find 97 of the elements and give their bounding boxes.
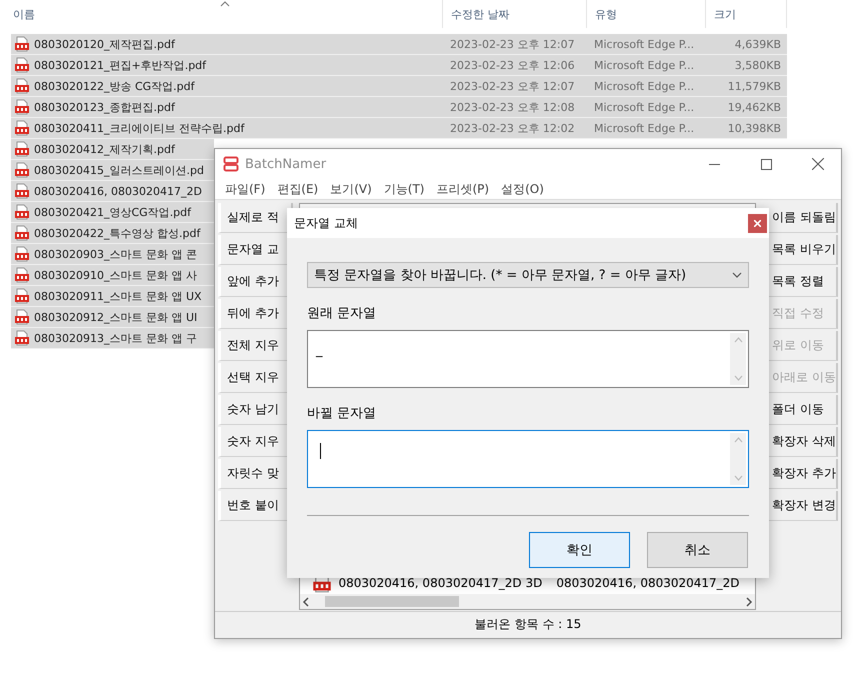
file-name: 0803020412_제작기획.pdf (34, 142, 175, 156)
file-name: 0803020903_스마트 문화 앱 콘 (34, 246, 197, 262)
scroll-left-icon (302, 596, 310, 606)
modified-date: 2023-02-23 오후 12:07 (450, 38, 575, 50)
pdf-file-icon (14, 99, 30, 115)
menu-item[interactable]: 설정(O) (495, 180, 550, 198)
file-type: Microsoft Edge P... (594, 38, 694, 50)
file-name: 0803020910_스마트 문화 앱 사 (34, 268, 197, 282)
pdf-file-icon (14, 120, 30, 136)
text-field[interactable]: _ (307, 330, 749, 388)
file-row[interactable]: 0803020911_스마트 문화 앱 UX (11, 286, 214, 307)
file-row[interactable]: 0803020416, 0803020417_2D (11, 181, 214, 202)
pdf-file-icon (14, 225, 30, 241)
chevron-down-icon (732, 272, 742, 278)
file-name: 0803020122_방송 CG작업.pdf (34, 78, 195, 94)
current-name-cell: 0803020416, 0803020417_2D 3D (338, 576, 542, 590)
file-size: 11,579KB (728, 80, 781, 92)
column-header[interactable]: 이름 (13, 8, 35, 21)
file-type: Microsoft Edge P... (594, 58, 694, 72)
file-size: 19,462KB (728, 100, 781, 114)
file-row[interactable]: 0803020411_크리에이티브 전략수립.pdf 2023-02-23 오후 12:02 Microsoft Edge P... 10,398KB (11, 118, 787, 139)
pdf-file-icon (14, 57, 30, 73)
file-type: Microsoft Edge P... (594, 100, 694, 114)
file-name: 0803020123_종합편집.pdf (34, 100, 175, 114)
menu-item[interactable]: 파일(F) (219, 180, 272, 198)
file-name: 0803020415_일러스트레이션.pd (34, 162, 204, 178)
modified-date: 2023-02-23 오후 12:07 (450, 80, 575, 92)
pdf-file-icon (14, 267, 30, 283)
action-button[interactable]: 실제로 적 (218, 203, 294, 233)
file-name: 0803020913_스마트 문화 앱 구 (34, 330, 197, 346)
file-size: 10,398KB (728, 122, 781, 134)
column-header[interactable]: 유형 (595, 8, 617, 21)
file-name: 0803020120_제작편집.pdf (34, 36, 175, 52)
file-row[interactable]: 0803020121_편집+후반작업.pdf 2023-02-23 오후 12:06 Microsoft Edge P... 3,580KB (11, 55, 787, 76)
horizontal-scrollbar[interactable] (300, 594, 756, 609)
file-row[interactable]: 0803020122_방송 CG작업.pdf 2023-02-23 오후 12:07 Microsoft Edge P... 11,579KB (11, 76, 787, 97)
pdf-file-icon (14, 183, 30, 199)
file-row[interactable]: 0803020913_스마트 문화 앱 구 (11, 328, 214, 349)
scroll-up-icon (734, 337, 742, 343)
file-row[interactable]: 0803020412_제작기획.pdf (11, 139, 214, 160)
pdf-file-icon (14, 246, 30, 262)
dialog-title: 문자열 교체 (294, 214, 359, 232)
mode-dropdown[interactable]: 특정 문자열을 찾아 바꿉니다. (* = 아무 문자열, ? = 아무 글자) (307, 262, 749, 288)
file-name: 0803020411_크리에이티브 전략수립.pdf (34, 120, 244, 136)
scroll-right-icon (745, 596, 754, 606)
file-row[interactable]: 0803020422_특수영상 합성.pdf (11, 223, 214, 244)
file-row[interactable]: 0803020903_스마트 문화 앱 콘 (11, 244, 214, 265)
pdf-file-icon (14, 288, 30, 304)
scroll-up-icon (734, 437, 742, 443)
text-field[interactable] (307, 430, 749, 488)
menu-item[interactable]: 프리셋(P) (430, 180, 496, 198)
column-header[interactable]: 수정한 날짜 (451, 8, 510, 21)
menu-item[interactable]: 편집(E) (271, 180, 324, 198)
status-text: 불러온 항목 수 : 15 (474, 616, 582, 632)
file-row[interactable]: 0803020120_제작편집.pdf 2023-02-23 오후 12:07 Microsoft Edge P... 4,639KB (11, 34, 787, 55)
file-type: Microsoft Edge P... (594, 122, 694, 134)
close-icon (754, 220, 761, 226)
close-button[interactable] (748, 214, 767, 232)
file-name: 0803020422_특수영상 합성.pdf (34, 226, 200, 240)
scroll-down-icon (734, 375, 742, 381)
pdf-file-icon (14, 330, 30, 346)
scroll-down-icon (734, 475, 742, 481)
dialog-button[interactable]: 취소 (647, 532, 748, 568)
pdf-file-icon (14, 78, 30, 94)
pdf-file-icon (14, 162, 30, 178)
file-name: 0803020912_스마트 문화 앱 UI (34, 310, 198, 324)
close-icon (812, 158, 824, 170)
file-name: 0803020421_영상CG작업.pdf (34, 204, 192, 220)
file-row[interactable]: 0803020910_스마트 문화 앱 사 (11, 265, 214, 286)
file-type: Microsoft Edge P... (594, 80, 694, 92)
window-title: BatchNamer (245, 156, 328, 172)
file-size: 3,580KB (734, 58, 781, 72)
field-label: 원래 문자열 (307, 305, 378, 322)
menu-item[interactable]: 보기(V) (324, 180, 378, 198)
file-name: 0803020911_스마트 문화 앱 UX (34, 288, 202, 304)
pdf-file-icon (14, 204, 30, 220)
file-name: 0803020121_편집+후반작업.pdf (34, 58, 206, 72)
file-row[interactable]: 0803020123_종합편집.pdf 2023-02-23 오후 12:08 Microsoft Edge P... 19,462KB (11, 97, 787, 118)
file-row[interactable]: 0803020912_스마트 문화 앱 UI (11, 307, 214, 328)
maximize-icon (760, 158, 772, 170)
menu-item[interactable]: 기능(T) (378, 180, 430, 198)
modified-date: 2023-02-23 오후 12:08 (450, 100, 575, 114)
pdf-file-icon (14, 141, 30, 157)
modified-date: 2023-02-23 오후 12:02 (450, 122, 575, 134)
pdf-file-icon (14, 309, 30, 325)
field-label: 바뀔 문자열 (307, 405, 378, 422)
modified-date: 2023-02-23 오후 12:06 (450, 58, 575, 72)
file-row[interactable]: 0803020415_일러스트레이션.pd (11, 160, 214, 181)
text-cursor (320, 443, 321, 459)
pdf-file-icon (14, 36, 30, 52)
file-name: 0803020416, 0803020417_2D (34, 184, 202, 198)
column-header[interactable]: 크기 (714, 8, 736, 21)
app-logo-icon (223, 156, 239, 172)
file-row[interactable]: 0803020421_영상CG작업.pdf (11, 202, 214, 223)
file-size: 4,639KB (734, 38, 781, 50)
new-name-cell: 0803020416, 0803020417_2D (556, 576, 740, 590)
dialog-button[interactable]: 확인 (529, 532, 630, 568)
